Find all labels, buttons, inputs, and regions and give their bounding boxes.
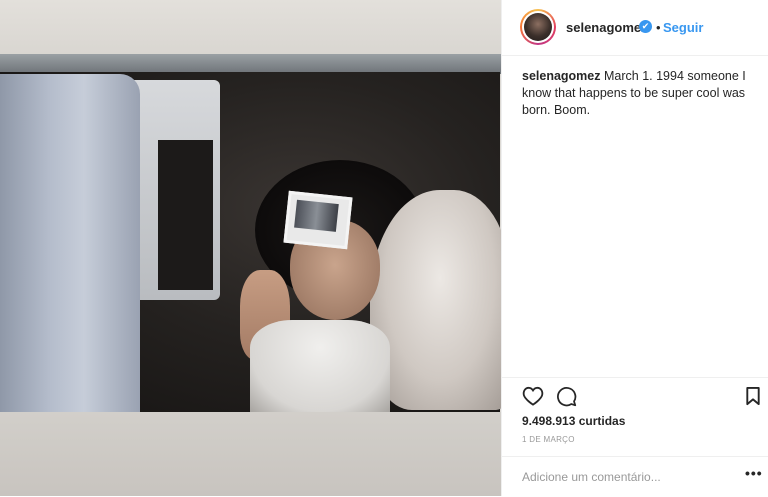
header-username[interactable]: selenagomez bbox=[566, 20, 648, 35]
post-photo[interactable] bbox=[0, 0, 501, 496]
post-date[interactable]: 1 de março bbox=[522, 435, 575, 444]
more-options-icon[interactable]: ••• bbox=[745, 465, 763, 481]
avatar-image bbox=[524, 13, 552, 41]
photo-edge bbox=[0, 54, 501, 74]
comment-icon[interactable] bbox=[556, 386, 577, 407]
photo-paper-top bbox=[0, 0, 501, 54]
follow-button[interactable]: Seguir bbox=[663, 20, 703, 35]
bookmark-icon[interactable] bbox=[745, 387, 761, 406]
avatar[interactable] bbox=[520, 9, 556, 45]
photo-polaroid bbox=[283, 190, 353, 250]
photo-shirt bbox=[250, 320, 390, 412]
photo-polaroid-image bbox=[294, 199, 339, 232]
photo-window-pane bbox=[158, 140, 213, 290]
post-header: selenagomez ✔ • Seguir bbox=[502, 0, 768, 56]
heart-icon[interactable] bbox=[522, 386, 544, 406]
post-caption: selenagomez March 1. 1994 someone I know… bbox=[522, 68, 754, 119]
post-actions bbox=[502, 377, 768, 415]
comment-row: ••• bbox=[502, 456, 768, 497]
caption-username[interactable]: selenagomez bbox=[522, 69, 601, 83]
header-separator: • bbox=[656, 20, 661, 35]
likes-count[interactable]: 9.498.913 curtidas bbox=[522, 414, 625, 428]
photo-jeans bbox=[0, 74, 140, 414]
post-side-panel: selenagomez ✔ • Seguir selenagomez March… bbox=[501, 0, 768, 496]
verified-badge-icon: ✔ bbox=[639, 20, 652, 33]
photo-paper-bottom bbox=[0, 412, 501, 496]
avatar-frame bbox=[522, 11, 554, 43]
comment-input[interactable] bbox=[522, 469, 722, 485]
